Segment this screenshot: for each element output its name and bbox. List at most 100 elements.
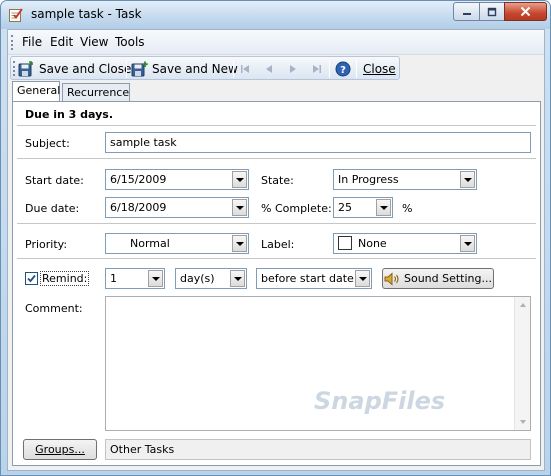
sound-setting-button[interactable]: Sound Setting... bbox=[382, 268, 494, 289]
menu-grip-handle[interactable] bbox=[11, 35, 14, 50]
save-and-new-button[interactable]: Save and New bbox=[131, 60, 238, 78]
save-and-close-button[interactable]: Save and Close bbox=[18, 60, 131, 78]
menu-edit[interactable]: Edit bbox=[47, 35, 76, 49]
first-record-icon bbox=[241, 65, 249, 73]
priority-label: Priority: bbox=[25, 238, 68, 251]
start-date-picker[interactable]: 6/15/2009 bbox=[105, 169, 249, 190]
minimize-icon bbox=[462, 12, 471, 15]
divider bbox=[17, 223, 536, 225]
toolbar-separator bbox=[126, 60, 127, 78]
state-value: In Progress bbox=[338, 173, 399, 186]
next-record-button[interactable] bbox=[287, 60, 299, 78]
percent-complete-value: 25 bbox=[338, 201, 352, 214]
tab-recurrence[interactable]: Recurrence bbox=[62, 83, 130, 102]
maximize-button[interactable] bbox=[479, 2, 505, 21]
remind-relative-value: before start date bbox=[261, 272, 354, 285]
next-record-icon bbox=[290, 65, 296, 73]
scroll-down-icon[interactable] bbox=[515, 414, 531, 430]
save-and-new-label: Save and New bbox=[152, 62, 238, 76]
remind-relative-select[interactable]: before start date bbox=[256, 268, 372, 289]
label-value: None bbox=[358, 237, 387, 250]
dropdown-arrow-icon[interactable] bbox=[232, 235, 247, 252]
general-panel: Due in 3 days. Subject: sample task Star… bbox=[12, 101, 541, 466]
start-date-label: Start date: bbox=[25, 174, 84, 187]
scroll-up-icon[interactable] bbox=[515, 297, 531, 313]
remind-amount-select[interactable]: 1 bbox=[105, 268, 165, 289]
menu-file[interactable]: File bbox=[19, 35, 45, 49]
dropdown-arrow-icon[interactable] bbox=[148, 270, 163, 287]
help-icon: ? bbox=[335, 61, 351, 77]
toolbar: Save and Close Save and New ? Close bbox=[10, 56, 400, 80]
window-title: sample task - Task bbox=[31, 7, 142, 21]
start-date-value: 6/15/2009 bbox=[110, 173, 167, 186]
task-window: sample task - Task File Edit View Tools bbox=[0, 0, 551, 476]
last-record-icon bbox=[313, 65, 321, 73]
due-date-label: Due date: bbox=[25, 202, 80, 215]
due-date-value: 6/18/2009 bbox=[110, 201, 167, 214]
percent-complete-label: % Complete: bbox=[261, 202, 332, 215]
groups-button[interactable]: Groups... bbox=[23, 439, 97, 460]
dropdown-arrow-icon[interactable] bbox=[460, 171, 475, 188]
toolbar-separator bbox=[233, 60, 234, 78]
tab-general[interactable]: General bbox=[12, 81, 60, 101]
divider bbox=[17, 258, 536, 260]
remind-unit-select[interactable]: day(s) bbox=[175, 268, 247, 289]
groups-button-label: Groups... bbox=[35, 443, 85, 456]
dropdown-arrow-icon[interactable] bbox=[355, 270, 370, 287]
toolbar-separator bbox=[356, 60, 357, 78]
dropdown-arrow-icon[interactable] bbox=[232, 171, 247, 188]
groups-value: Other Tasks bbox=[105, 439, 531, 460]
svg-text:?: ? bbox=[340, 65, 346, 76]
label-label: Label: bbox=[261, 238, 295, 251]
menu-view[interactable]: View bbox=[77, 35, 111, 49]
divider bbox=[17, 125, 536, 127]
state-select[interactable]: In Progress bbox=[333, 169, 477, 190]
percent-complete-select[interactable]: 25 bbox=[333, 197, 393, 218]
divider bbox=[17, 158, 536, 160]
percent-unit: % bbox=[402, 202, 413, 215]
save-and-close-label: Save and Close bbox=[39, 62, 132, 76]
menu-tools[interactable]: Tools bbox=[112, 35, 148, 49]
remind-label[interactable]: Remind: bbox=[39, 271, 90, 286]
watermark-text: SnapFiles bbox=[314, 387, 446, 415]
snapfiles-watermark: SnapFiles bbox=[314, 387, 445, 415]
due-notice: Due in 3 days. bbox=[25, 108, 114, 121]
maximize-icon bbox=[487, 7, 497, 16]
dropdown-arrow-icon[interactable] bbox=[376, 199, 391, 216]
previous-record-icon bbox=[266, 65, 272, 73]
first-record-button[interactable] bbox=[239, 60, 251, 78]
dropdown-arrow-icon[interactable] bbox=[230, 270, 245, 287]
toolbar-separator bbox=[329, 60, 330, 78]
priority-value: Normal bbox=[130, 237, 170, 250]
close-button[interactable]: Close bbox=[363, 60, 396, 78]
priority-select[interactable]: Normal bbox=[105, 233, 249, 254]
close-label: Close bbox=[363, 62, 396, 76]
close-window-button[interactable] bbox=[504, 2, 547, 21]
toolbar-grip-handle[interactable] bbox=[13, 61, 15, 76]
last-record-button[interactable] bbox=[311, 60, 323, 78]
minimize-button[interactable] bbox=[453, 2, 480, 21]
task-notepad-icon bbox=[9, 8, 23, 22]
remind-amount-value: 1 bbox=[110, 272, 117, 285]
help-button[interactable]: ? bbox=[335, 60, 351, 78]
speaker-icon bbox=[384, 271, 399, 286]
save-new-icon bbox=[131, 61, 148, 77]
remind-checkbox[interactable] bbox=[25, 272, 38, 285]
sound-setting-label: Sound Setting... bbox=[403, 272, 492, 285]
checkmark-icon bbox=[27, 274, 36, 283]
dropdown-arrow-icon[interactable] bbox=[460, 235, 475, 252]
previous-record-button[interactable] bbox=[263, 60, 275, 78]
subject-input[interactable]: sample task bbox=[105, 132, 531, 153]
window-content: File Edit View Tools Save and Close Save… bbox=[7, 29, 545, 471]
menu-bar: File Edit View Tools bbox=[8, 30, 544, 55]
comment-scrollbar[interactable] bbox=[514, 297, 530, 430]
label-color-swatch bbox=[338, 236, 352, 250]
title-bar[interactable]: sample task - Task bbox=[1, 1, 550, 29]
comment-label: Comment: bbox=[25, 302, 83, 315]
save-close-icon bbox=[18, 61, 33, 77]
dropdown-arrow-icon[interactable] bbox=[232, 199, 247, 216]
due-date-picker[interactable]: 6/18/2009 bbox=[105, 197, 249, 218]
state-label: State: bbox=[261, 174, 294, 187]
label-select[interactable]: None bbox=[333, 233, 477, 254]
comment-textarea[interactable]: SnapFiles bbox=[105, 296, 531, 431]
